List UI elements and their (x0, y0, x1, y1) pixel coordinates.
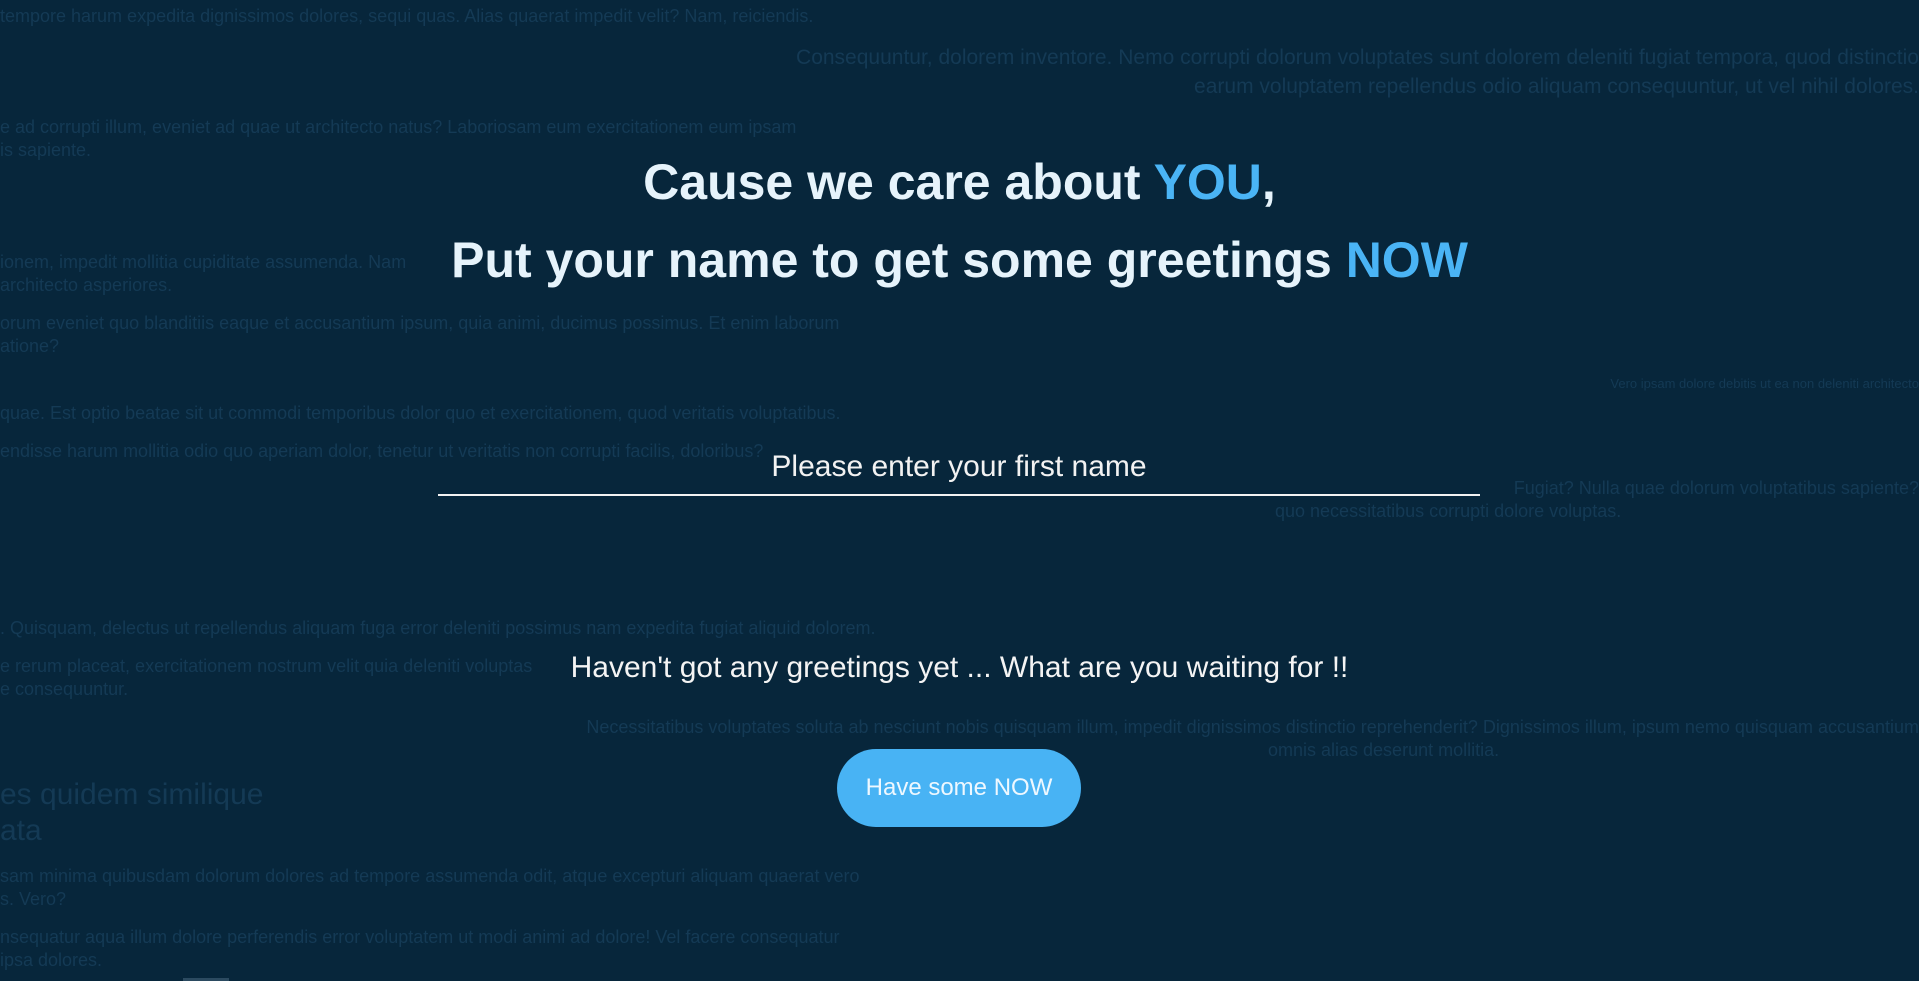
background-text: orum eveniet quo blanditiis eaque et acc… (0, 313, 840, 333)
headline-line-1-text: Cause we care about (643, 154, 1154, 210)
background-text: Consequuntur, dolorem inventore. Nemo co… (796, 46, 1919, 69)
first-name-input[interactable] (438, 446, 1480, 496)
background-text: . Quisquam, delectus ut repellendus aliq… (0, 618, 876, 638)
headline-line-2: Put your name to get some greetings NOW (0, 230, 1919, 290)
background-text: Fugiat? Nulla quae dolorum voluptatibus … (1513, 478, 1919, 498)
background-text: s. Vero? (0, 889, 67, 909)
background-text: e ad corrupti illum, eveniet ad quae ut … (0, 117, 797, 137)
background-text: omnis alias deserunt mollitia. (1268, 740, 1500, 760)
get-greetings-button[interactable]: Have some NOW (837, 749, 1081, 827)
headline-line-2-text: Put your name to get some greetings (451, 232, 1346, 288)
background-text: tempore harum expedita dignissimos dolor… (0, 6, 814, 26)
background-text: sam minima quibusdam dolorum dolores ad … (0, 866, 860, 886)
background-heading: es quidem similique (0, 778, 264, 811)
greetings-status-message: Haven't got any greetings yet ... What a… (570, 651, 1349, 684)
background-text: quo necessitatibus corrupti dolore volup… (1275, 501, 1622, 521)
background-text: atione? (0, 336, 60, 356)
background-text: earum voluptatem repellendus odio aliqua… (1194, 75, 1919, 98)
headline-accent-you: YOU (1153, 154, 1262, 210)
background-text: Vero ipsam dolore debitis ut ea non dele… (1610, 376, 1919, 391)
background-text: Necessitatibus voluptates soluta ab nesc… (586, 717, 1919, 737)
headline-accent-now: NOW (1345, 232, 1468, 288)
background-text: nsequatur aqua illum dolore perferendis … (0, 927, 840, 947)
headline-line-1-suffix: , (1261, 154, 1276, 210)
headline-line-1: Cause we care about YOU, (0, 152, 1919, 212)
background-text: ipsa dolores. (0, 950, 103, 970)
greeting-page: tempore harum expedita dignissimos dolor… (0, 0, 1919, 981)
background-text: quae. Est optio beatae sit ut commodi te… (0, 403, 841, 423)
background-heading: ata (0, 814, 42, 847)
